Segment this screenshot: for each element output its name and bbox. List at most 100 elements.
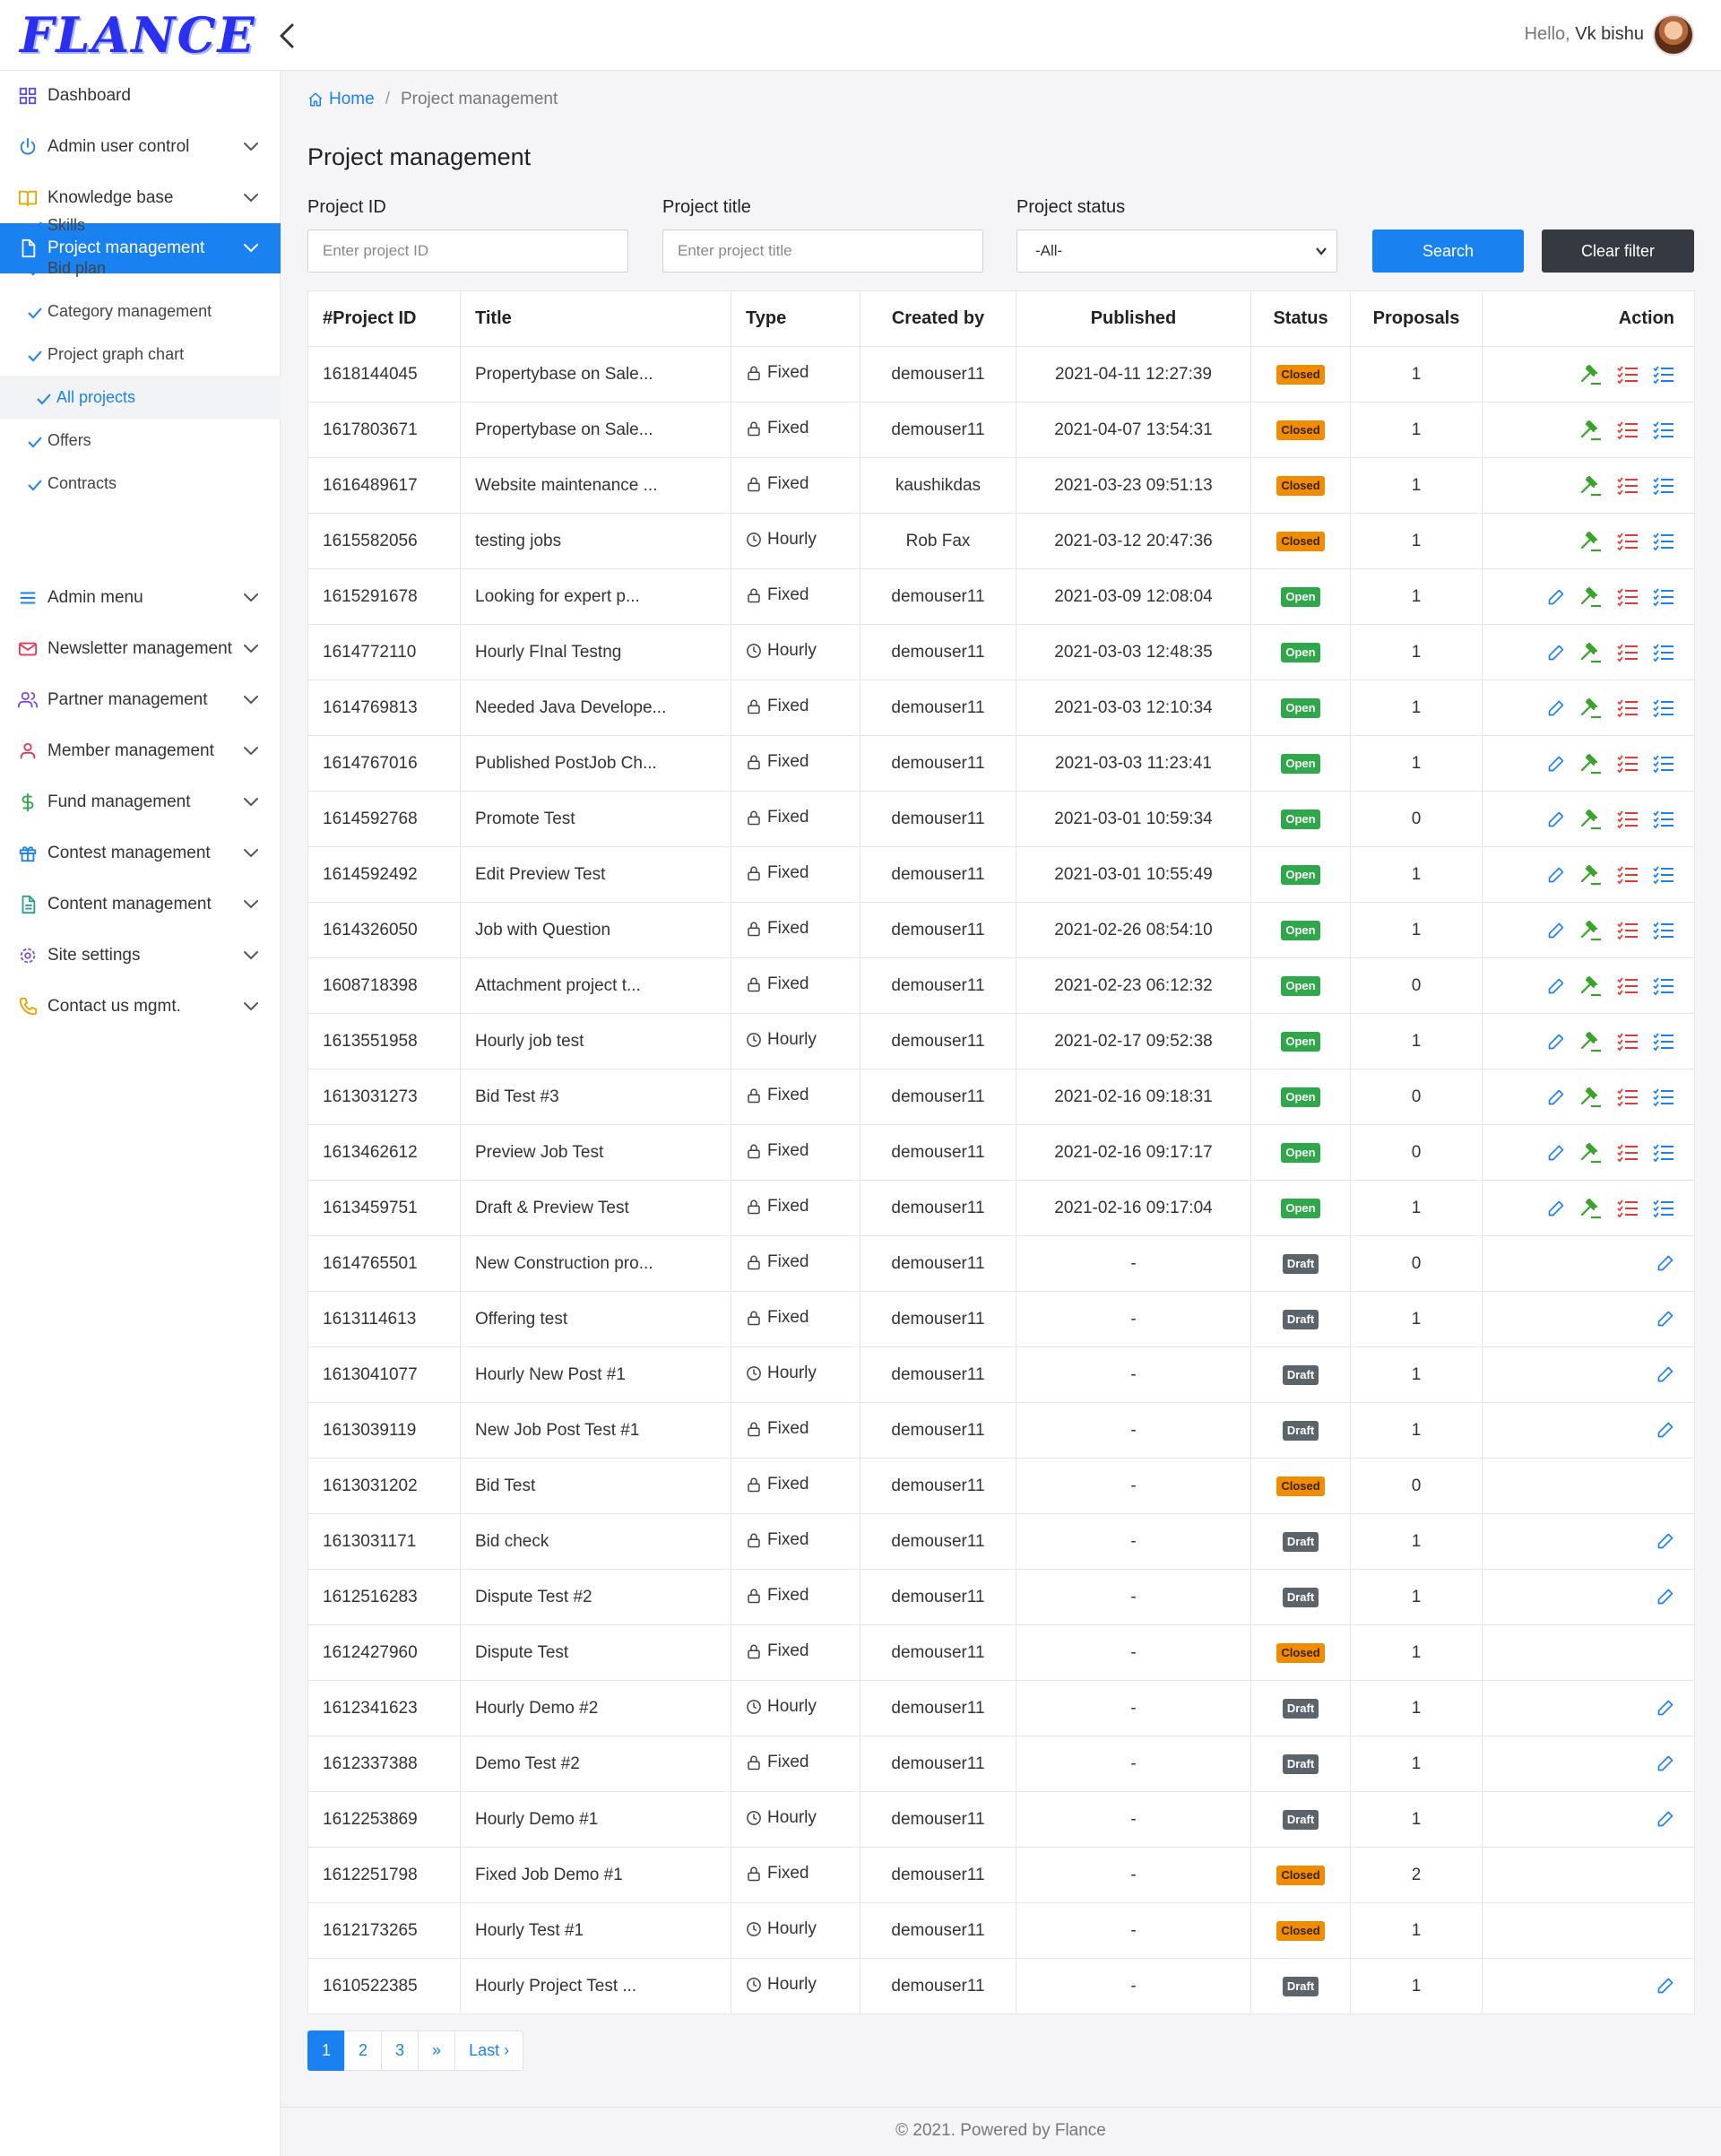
cell-title[interactable]: Draft & Preview Test — [460, 1180, 731, 1236]
proposals-list-icon[interactable] — [1617, 698, 1639, 718]
cell-title[interactable]: Bid Test #3 — [460, 1069, 731, 1125]
proposals-list-icon[interactable] — [1617, 476, 1639, 496]
task-list-icon[interactable] — [1653, 1087, 1674, 1107]
project-title-input[interactable] — [662, 229, 983, 273]
header-type[interactable]: Type — [731, 290, 860, 347]
search-button[interactable]: Search — [1372, 229, 1524, 273]
header-title[interactable]: Title — [460, 290, 731, 347]
clear-filter-button[interactable]: Clear filter — [1542, 229, 1694, 273]
sidebar-item-admin-user-control[interactable]: Admin user control — [0, 122, 281, 172]
proposals-list-icon[interactable] — [1617, 643, 1639, 662]
edit-pencil-icon[interactable] — [1656, 1532, 1674, 1550]
edit-pencil-icon[interactable] — [1547, 588, 1565, 606]
proposals-list-icon[interactable] — [1617, 1199, 1639, 1218]
gavel-award-icon[interactable] — [1579, 530, 1603, 553]
sidebar-subitem-bid-plan[interactable]: Bid plan — [0, 247, 281, 290]
page-link-3[interactable]: 3 — [381, 2030, 419, 2071]
task-list-icon[interactable] — [1653, 921, 1674, 940]
edit-pencil-icon[interactable] — [1547, 810, 1565, 828]
cell-title[interactable]: New Job Post Test #1 — [460, 1402, 731, 1459]
edit-pencil-icon[interactable] — [1656, 1810, 1674, 1828]
task-list-icon[interactable] — [1653, 1143, 1674, 1163]
proposals-list-icon[interactable] — [1617, 921, 1639, 940]
edit-pencil-icon[interactable] — [1656, 1754, 1674, 1772]
sidebar-item-contact-us-mgmt[interactable]: Contact us mgmt. — [0, 982, 281, 1032]
cell-title[interactable]: Looking for expert p... — [460, 568, 731, 625]
cell-title[interactable]: New Construction pro... — [460, 1235, 731, 1292]
sidebar-item-dashboard[interactable]: Dashboard — [0, 71, 281, 121]
proposals-list-icon[interactable] — [1617, 365, 1639, 385]
sidebar-item-contest-management[interactable]: Contest management — [0, 828, 281, 879]
edit-pencil-icon[interactable] — [1547, 1033, 1565, 1051]
sidebar-item-admin-menu[interactable]: Admin menu — [0, 573, 281, 623]
sidebar-item-partner-management[interactable]: Partner management — [0, 675, 281, 725]
project-id-input[interactable] — [307, 229, 628, 273]
page-link-1[interactable]: 1 — [307, 2030, 346, 2071]
cell-title[interactable]: Edit Preview Test — [460, 846, 731, 903]
breadcrumb-home[interactable]: Home — [307, 87, 375, 112]
sidebar-item-content-management[interactable]: Content management — [0, 879, 281, 930]
sidebar-subitem-all-projects[interactable]: All projects — [0, 376, 281, 419]
project-status-select[interactable]: -All- — [1016, 229, 1337, 273]
sidebar-subitem-contracts[interactable]: Contracts — [0, 462, 281, 505]
edit-pencil-icon[interactable] — [1547, 977, 1565, 995]
edit-pencil-icon[interactable] — [1547, 866, 1565, 884]
task-list-icon[interactable] — [1653, 976, 1674, 996]
cell-title[interactable]: Job with Question — [460, 902, 731, 958]
sidebar-collapse-button[interactable] — [271, 18, 303, 54]
proposals-list-icon[interactable] — [1617, 865, 1639, 885]
task-list-icon[interactable] — [1653, 754, 1674, 774]
cell-title[interactable]: Hourly job test — [460, 1013, 731, 1069]
cell-title[interactable]: Hourly Project Test ... — [460, 1958, 731, 2014]
gavel-award-icon[interactable] — [1579, 1086, 1603, 1109]
edit-pencil-icon[interactable] — [1547, 922, 1565, 939]
proposals-list-icon[interactable] — [1617, 1032, 1639, 1052]
gavel-award-icon[interactable] — [1579, 419, 1603, 442]
edit-pencil-icon[interactable] — [1547, 644, 1565, 662]
header-proposals[interactable]: Proposals — [1350, 290, 1483, 347]
brand-logo[interactable]: FLANCE — [20, 5, 256, 65]
task-list-icon[interactable] — [1653, 532, 1674, 551]
task-list-icon[interactable] — [1653, 420, 1674, 440]
page-link-2[interactable]: 2 — [344, 2030, 383, 2071]
edit-pencil-icon[interactable] — [1547, 1088, 1565, 1106]
cell-title[interactable]: Promote Test — [460, 791, 731, 847]
gavel-award-icon[interactable] — [1579, 1141, 1603, 1165]
edit-pencil-icon[interactable] — [1547, 699, 1565, 717]
cell-title[interactable]: Hourly Demo #1 — [460, 1791, 731, 1848]
gavel-award-icon[interactable] — [1579, 974, 1603, 998]
gavel-award-icon[interactable] — [1579, 1197, 1603, 1220]
gavel-award-icon[interactable] — [1579, 752, 1603, 775]
proposals-list-icon[interactable] — [1617, 1143, 1639, 1163]
task-list-icon[interactable] — [1653, 698, 1674, 718]
cell-title[interactable]: Attachment project t... — [460, 957, 731, 1014]
edit-pencil-icon[interactable] — [1656, 1365, 1674, 1383]
task-list-icon[interactable] — [1653, 865, 1674, 885]
edit-pencil-icon[interactable] — [1656, 1977, 1674, 1995]
gavel-award-icon[interactable] — [1579, 1030, 1603, 1053]
cell-title[interactable]: Hourly FInal Testng — [460, 624, 731, 680]
cell-title[interactable]: Dispute Test #2 — [460, 1569, 731, 1625]
cell-title[interactable]: Hourly New Post #1 — [460, 1346, 731, 1403]
cell-title[interactable]: Needed Java Develope... — [460, 680, 731, 736]
gavel-award-icon[interactable] — [1579, 585, 1603, 609]
cell-title[interactable]: Preview Job Test — [460, 1124, 731, 1181]
edit-pencil-icon[interactable] — [1656, 1588, 1674, 1606]
sidebar-item-member-management[interactable]: Member management — [0, 726, 281, 776]
task-list-icon[interactable] — [1653, 587, 1674, 607]
gavel-award-icon[interactable] — [1579, 919, 1603, 942]
edit-pencil-icon[interactable] — [1656, 1310, 1674, 1328]
gavel-award-icon[interactable] — [1579, 808, 1603, 831]
task-list-icon[interactable] — [1653, 1199, 1674, 1218]
proposals-list-icon[interactable] — [1617, 532, 1639, 551]
gavel-award-icon[interactable] — [1579, 697, 1603, 720]
proposals-list-icon[interactable] — [1617, 1087, 1639, 1107]
cell-title[interactable]: Published PostJob Ch... — [460, 735, 731, 792]
cell-title[interactable]: Bid Test — [460, 1458, 731, 1514]
cell-title[interactable]: Offering test — [460, 1291, 731, 1347]
sidebar-item-fund-management[interactable]: Fund management — [0, 777, 281, 827]
task-list-icon[interactable] — [1653, 643, 1674, 662]
cell-title[interactable]: Hourly Test #1 — [460, 1902, 731, 1959]
header-published[interactable]: Published — [1016, 290, 1251, 347]
sidebar-subitem-skills[interactable]: Skills — [0, 203, 281, 247]
